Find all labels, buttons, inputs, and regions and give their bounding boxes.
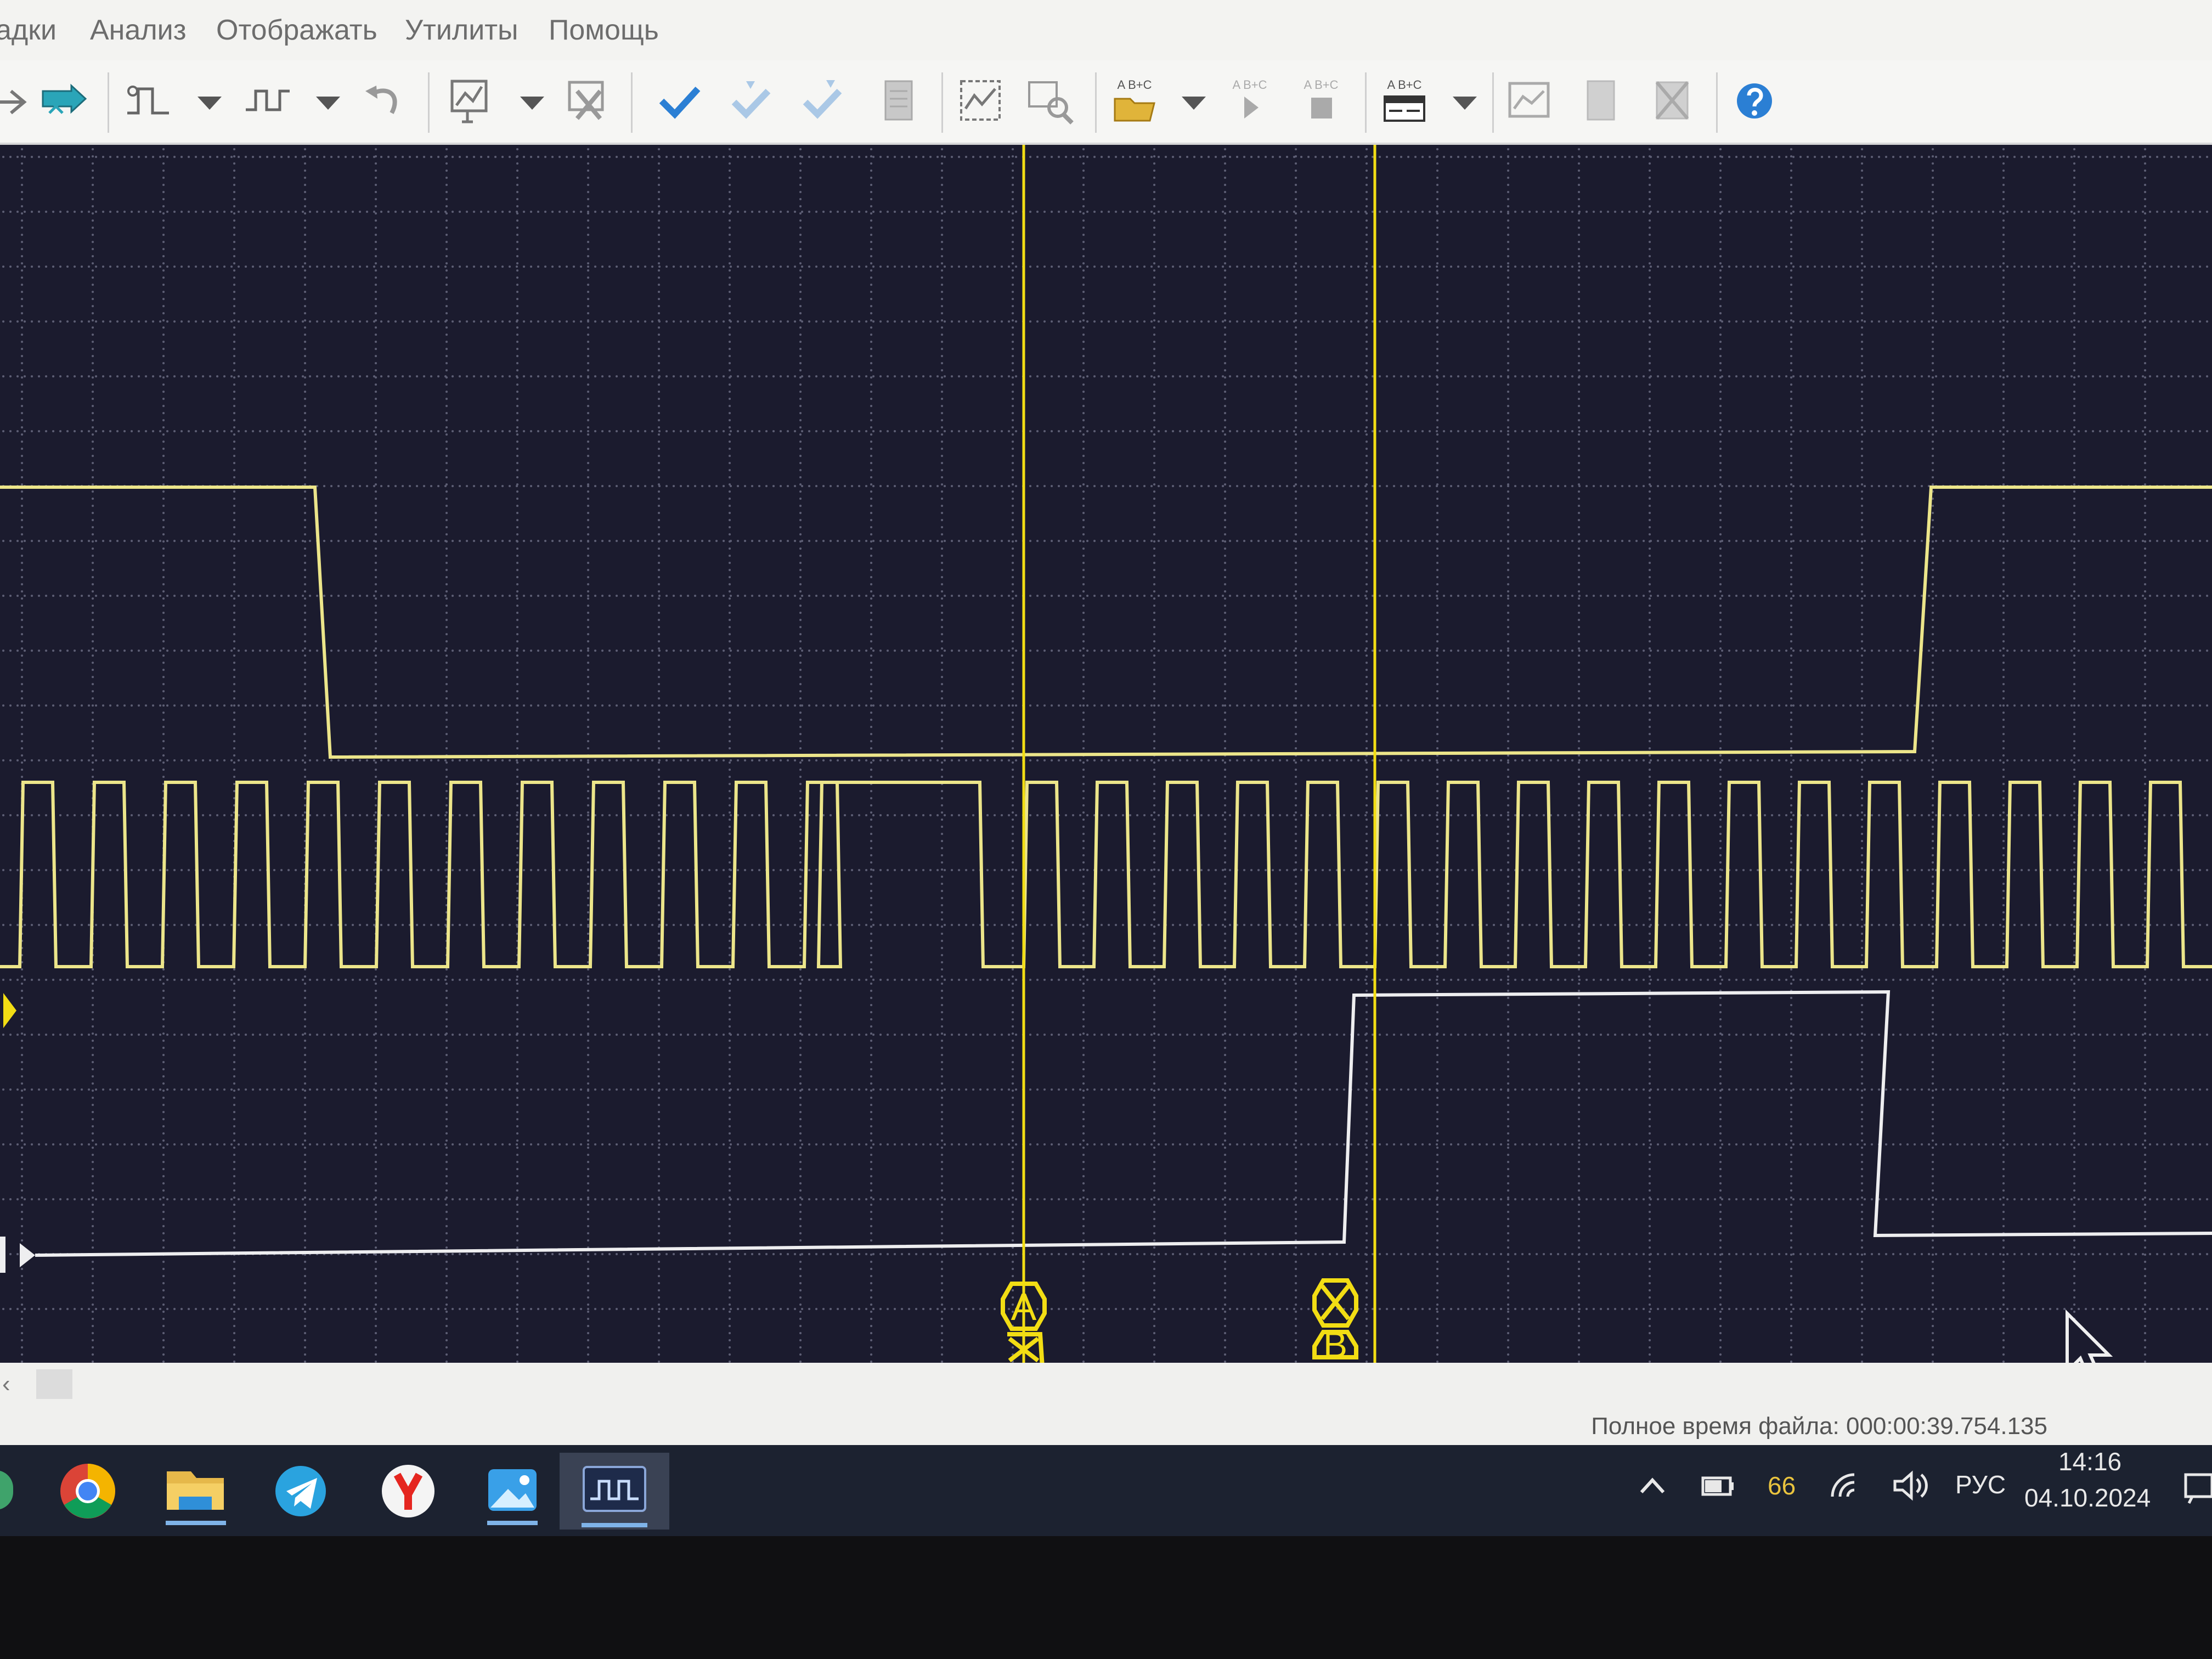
menu-item-settings[interactable]: адки — [0, 10, 57, 50]
clock-date[interactable]: 04.10.2024 — [2024, 1481, 2151, 1514]
file-time-status: Полное время файла: 000:00:39.754.135 — [1591, 1413, 2047, 1440]
notification-center-icon[interactable] — [2181, 1462, 2212, 1511]
taskbar: 66 РУС 14:16 04.10.2024 — [0, 1445, 2212, 1536]
monitor-bezel — [0, 1536, 2212, 1659]
telegram-icon[interactable] — [246, 1453, 356, 1530]
toolbar-separator — [1492, 72, 1494, 133]
photos-icon[interactable] — [458, 1453, 567, 1530]
toolbar: A B+C A B+C A B+C A B+C — [0, 60, 2212, 145]
undo-icon[interactable] — [357, 75, 409, 127]
toolbar-separator — [631, 72, 633, 133]
verify-all-icon[interactable] — [795, 75, 848, 127]
protocol-table-dropdown-icon[interactable] — [1448, 82, 1481, 121]
mouse-pointer-icon — [2066, 1309, 2113, 1363]
document-icon[interactable] — [872, 75, 925, 127]
show-hidden-icons-icon[interactable] — [1636, 1469, 1669, 1502]
waveform-canvas[interactable]: A B — [0, 145, 2212, 1363]
menu-item-display[interactable]: Отображать — [216, 10, 377, 50]
toolbar-separator — [1716, 72, 1718, 133]
waveform-plot[interactable]: A B — [0, 145, 2212, 1363]
channel-1-trace — [0, 486, 2212, 759]
taskbar-edge-icon[interactable] — [0, 1470, 13, 1510]
open-protocol-icon[interactable]: A B+C — [1108, 75, 1161, 127]
pattern-trigger-icon[interactable] — [241, 75, 294, 127]
run-protocol-icon[interactable]: A B+C — [1223, 75, 1276, 127]
folder-icon[interactable] — [140, 1453, 250, 1530]
cursor-a-label: A — [1011, 1285, 1037, 1328]
cursor-b-handle[interactable]: B — [1312, 1278, 1358, 1363]
menu-item-help[interactable]: Помощь — [549, 10, 659, 50]
scroll-thumb[interactable] — [36, 1369, 72, 1399]
protocol-table-icon[interactable]: A B+C — [1378, 75, 1431, 127]
toolbar-trim-icon[interactable] — [0, 75, 31, 127]
cursor-b-label: B — [1323, 1324, 1347, 1363]
logic-analyzer-icon[interactable] — [560, 1453, 669, 1530]
wifi-icon[interactable] — [1827, 1469, 1865, 1502]
zoom-region-icon[interactable] — [955, 75, 1007, 127]
svg-text:A B+C: A B+C — [1233, 78, 1267, 92]
yandex-browser-icon[interactable] — [353, 1453, 463, 1530]
edge-trigger-icon[interactable] — [122, 75, 174, 127]
remove-measure-icon[interactable] — [562, 75, 614, 127]
add-channel-icon[interactable] — [38, 75, 91, 127]
scroll-left-icon[interactable]: ‹ — [2, 1370, 10, 1398]
toolbar-separator — [108, 72, 109, 133]
svg-text:A B+C: A B+C — [1304, 78, 1339, 92]
chrome-icon[interactable] — [33, 1453, 143, 1530]
chart-view-icon[interactable] — [1503, 75, 1556, 127]
horizontal-scrollbar[interactable]: ‹ — [0, 1363, 2212, 1407]
channel-3-trace — [35, 990, 2212, 1257]
svg-text:A B+C: A B+C — [1118, 78, 1152, 92]
status-bar: Полное время файла: 000:00:39.754.135 — [0, 1407, 2212, 1445]
pattern-trigger-dropdown-icon[interactable] — [312, 82, 345, 121]
measure-icon[interactable] — [445, 75, 498, 127]
toolbar-separator — [1365, 72, 1367, 133]
menu-item-analysis[interactable]: Анализ — [90, 10, 187, 50]
cursor-a-handle[interactable]: A — [1001, 1282, 1047, 1363]
svg-text:A B+C: A B+C — [1387, 78, 1422, 92]
speaker-icon[interactable] — [1891, 1469, 1929, 1502]
toolbar-separator — [1095, 72, 1097, 133]
clock-time[interactable]: 14:16 — [2058, 1445, 2121, 1478]
language-indicator[interactable]: РУС — [1955, 1468, 2006, 1501]
help-icon[interactable] — [1728, 75, 1781, 127]
stop-protocol-icon[interactable]: A B+C — [1295, 75, 1347, 127]
verify-next-icon[interactable] — [724, 75, 777, 127]
battery-value: 66 — [1768, 1471, 1796, 1500]
monitor-screen: адки Анализ Отображать Утилиты Помощь A … — [0, 0, 2212, 1536]
delete-page-icon[interactable] — [1646, 75, 1699, 127]
measure-dropdown-icon[interactable] — [516, 82, 549, 121]
channel-2-trace — [0, 781, 2212, 968]
menu-bar: адки Анализ Отображать Утилиты Помощь — [0, 0, 2212, 60]
verify-check-icon[interactable] — [653, 75, 706, 127]
zoom-search-icon[interactable] — [1024, 75, 1076, 127]
battery-icon[interactable] — [1699, 1470, 1737, 1501]
page-icon[interactable] — [1575, 75, 1627, 127]
open-protocol-dropdown-icon[interactable] — [1177, 82, 1210, 121]
channel-2-marker[interactable] — [3, 993, 16, 1028]
toolbar-separator — [428, 72, 430, 133]
menu-item-utilities[interactable]: Утилиты — [405, 10, 518, 50]
toolbar-separator — [941, 72, 943, 133]
edge-trigger-dropdown-icon[interactable] — [193, 82, 226, 121]
